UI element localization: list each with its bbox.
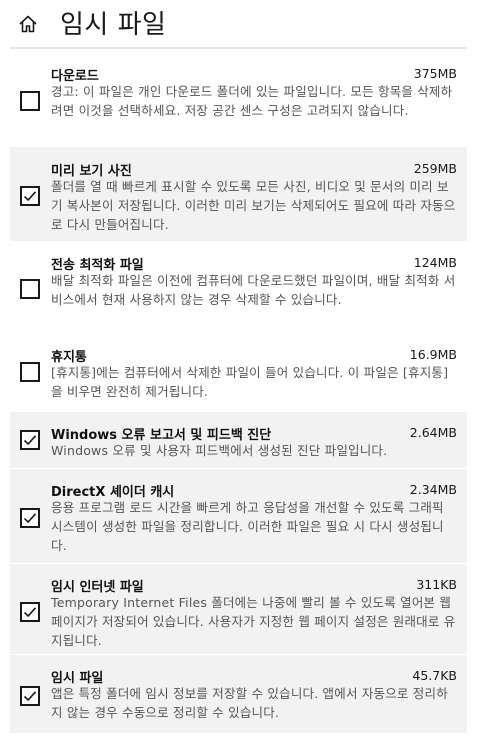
directx-shader-cache-size: 2.34MB [409, 482, 457, 497]
item-thumbnails: 미리 보기 사진 259MB 폴더를 열 때 빠르게 표시할 수 있도록 모든 … [10, 146, 467, 241]
downloads-size: 375MB [413, 66, 457, 81]
downloads-checkbox[interactable] [20, 91, 40, 111]
thumbnails-checkbox[interactable] [20, 186, 40, 206]
temporary-files-size: 45.7KB [412, 668, 457, 683]
temporary-internet-files-size: 311KB [416, 577, 457, 592]
temporary-internet-files-checkbox[interactable] [20, 602, 40, 622]
temporary-internet-files-description: Temporary Internet Files 폴더에는 나중에 빨리 볼 수… [51, 595, 456, 648]
recycle-bin-description: [휴지통]에는 컴퓨터에서 삭제한 파일이 들어 있습니다. 이 파일은 [휴지… [51, 365, 449, 399]
checkmark-icon [23, 435, 37, 446]
windows-error-reports-size: 2.64MB [409, 425, 457, 440]
item-windows-error-reports: Windows 오류 보고서 및 피드백 진단 2.64MB Windows 오… [10, 411, 467, 468]
checkmark-icon [23, 191, 37, 202]
item-recycle-bin: 휴지통 16.9MB [휴지통]에는 컴퓨터에서 삭제한 파일이 들어 있습니다… [10, 334, 467, 411]
thumbnails-size: 259MB [413, 161, 457, 176]
item-temporary-files: 임시 파일 45.7KB 앱은 특정 폴더에 임시 정보를 저장할 수 있습니다… [10, 654, 467, 733]
item-downloads: 다운로드 375MB 경고: 이 파일은 개인 다운로드 폴더에 있는 파일입니… [10, 54, 467, 146]
temporary-files-checkbox[interactable] [20, 686, 40, 706]
header: 임시 파일 [0, 0, 477, 49]
thumbnails-description: 폴더를 열 때 빠르게 표시할 수 있도록 모든 사진, 비디오 및 문서의 미… [51, 179, 456, 232]
windows-error-reports-description: Windows 오류 및 사용자 피드백에서 생성된 진단 파일입니다. [51, 443, 388, 458]
directx-shader-cache-checkbox[interactable] [20, 508, 40, 528]
checkmark-icon [23, 607, 37, 618]
page-title: 임시 파일 [60, 10, 167, 40]
temp-files-list: 다운로드 375MB 경고: 이 파일은 개인 다운로드 폴더에 있는 파일입니… [10, 54, 467, 733]
item-delivery-optimization: 전송 최적화 파일 124MB 배달 최적화 파일은 이전에 컴퓨터에 다운로드… [10, 241, 467, 334]
downloads-description: 경고: 이 파일은 개인 다운로드 폴더에 있는 파일입니다. 모든 항목을 삭… [51, 84, 453, 118]
checkmark-icon [23, 513, 37, 524]
temporary-files-description: 앱은 특정 폴더에 임시 정보를 저장할 수 있습니다. 앱에서 자동으로 정리… [51, 686, 448, 720]
delivery-optimization-checkbox[interactable] [20, 279, 40, 299]
checkmark-icon [23, 691, 37, 702]
directx-shader-cache-description: 응용 프로그램 로드 시간을 빠르게 하고 응답성을 개선할 수 있도록 그래픽… [51, 500, 444, 553]
windows-error-reports-checkbox[interactable] [20, 430, 40, 450]
delivery-optimization-size: 124MB [413, 255, 457, 270]
item-directx-shader-cache: DirectX 셰이더 캐시 2.34MB 응용 프로그램 로드 시간을 빠르게… [10, 468, 467, 563]
delivery-optimization-description: 배달 최적화 파일은 이전에 컴퓨터에 다운로드했던 파일이며, 배달 최적화 … [51, 273, 456, 307]
header-divider [10, 47, 467, 49]
recycle-bin-size: 16.9MB [409, 347, 457, 362]
home-icon[interactable] [18, 14, 38, 34]
item-temporary-internet-files: 임시 인터넷 파일 311KB Temporary Internet Files… [10, 563, 467, 654]
recycle-bin-checkbox[interactable] [20, 362, 40, 382]
